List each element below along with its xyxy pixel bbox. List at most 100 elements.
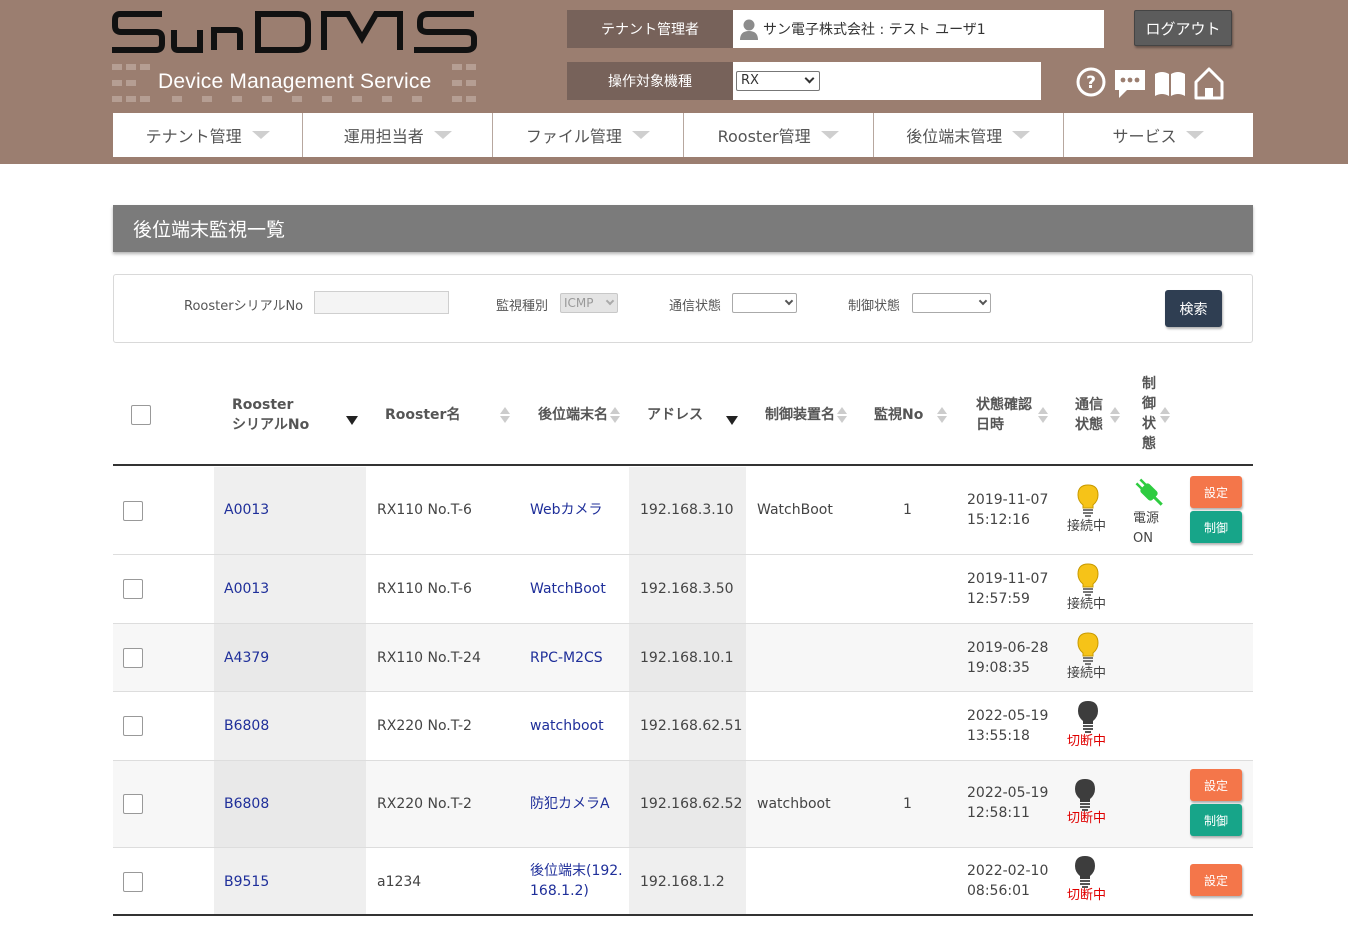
sort-icon[interactable] [1160,405,1170,425]
serial-input[interactable] [314,291,449,314]
col-control-status-header[interactable]: 制 御 状 態 [1142,374,1156,454]
sort-icon[interactable] [937,405,947,425]
control-status-select[interactable] [912,293,991,313]
col-serial-header[interactable]: Rooster シリアルNo [232,395,309,435]
nav-rooster-management[interactable]: Rooster管理 [684,113,874,157]
device-name-link[interactable]: 後位端末(192. 168.1.2) [530,861,623,901]
manual-icon[interactable] [1153,64,1187,100]
tenant-user-name: サン電子株式会社 : テスト ユーザ1 [763,22,986,38]
device-name-line2: 168.1.2) [530,883,589,899]
chevron-down-icon [978,296,988,306]
col-device-name-header[interactable]: 後位端末名 [538,405,608,425]
table-row: A0013 RX110 No.T-6 Webカメラ 192.168.3.10 W… [113,467,1253,555]
device-name-line1: RPC-M2CS [530,650,603,666]
nav-file-management[interactable]: ファイル管理 [493,113,684,157]
logo-subtitle: Device Management Service [158,70,432,93]
search-button[interactable]: 検索 [1165,290,1222,327]
serial-link[interactable]: A0013 [224,500,269,520]
caret-down-icon [1012,131,1031,139]
col-ctrl-line4: 態 [1142,436,1156,452]
col-monitor-no-header[interactable]: 監視No [874,405,923,425]
serial-link[interactable]: B6808 [224,794,269,814]
comm-status-label: 通信状態 [669,299,722,314]
device-name-line1: 防犯カメラA [530,796,610,812]
settings-button[interactable]: 設定 [1190,769,1242,801]
col-comm-line2: 状態 [1075,417,1103,433]
settings-button[interactable]: 設定 [1190,864,1242,896]
select-all-checkbox[interactable] [131,405,151,425]
address: 192.168.62.52 [640,796,743,812]
device-type-select[interactable]: RX [736,71,820,91]
settings-button[interactable]: 設定 [1190,476,1242,508]
home-icon[interactable] [1193,64,1225,100]
device-name-link[interactable]: watchboot [530,716,604,736]
sort-desc-icon[interactable] [346,416,358,425]
col-address-header[interactable]: アドレス [647,405,703,425]
col-comm-status-header[interactable]: 通信 状態 [1075,395,1103,435]
sort-icon[interactable] [610,405,620,425]
row-checkbox[interactable] [123,648,143,668]
chevron-down-icon [784,296,794,306]
rooster-name: RX110 No.T-6 [377,581,472,597]
comm-status-text: 切断中 [1067,888,1107,903]
serial-link[interactable]: A4379 [224,648,269,668]
control-button[interactable]: 制御 [1190,804,1242,836]
nav-tenant-admin[interactable]: テナント管理 [113,113,304,157]
chat-icon[interactable] [1113,64,1147,100]
nav-operators[interactable]: 運用担当者 [303,113,494,157]
search-panel: RoosterシリアルNo 監視種別 ICMP 通信状態 制御状態 検索 [113,274,1253,343]
row-checkbox[interactable] [123,716,143,736]
row-checkbox[interactable] [123,872,143,892]
checked-date: 2019-11-07 [967,571,1049,587]
sort-icon[interactable] [1038,405,1048,425]
nav-device-management[interactable]: 後位端末管理 [874,113,1064,157]
page-title: 後位端末監視一覧 [113,205,1253,252]
sort-icon[interactable] [1110,405,1120,425]
rooster-name: RX220 No.T-2 [377,796,472,812]
serial-link[interactable]: B9515 [224,872,269,892]
caret-down-icon [820,131,839,139]
col-ctrl-line2: 御 [1142,396,1156,412]
serial-label: RoosterシリアルNo [184,299,304,314]
address: 192.168.10.1 [640,650,734,666]
control-button[interactable]: 制御 [1190,511,1242,543]
row-checkbox[interactable] [123,794,143,814]
col-rooster-name-header[interactable]: Rooster名 [385,405,460,425]
comm-status-text: 接続中 [1067,519,1107,534]
checked-date: 2022-05-19 [967,785,1049,801]
sort-icon[interactable] [837,405,847,425]
comm-status-text: 切断中 [1067,811,1107,826]
checked-time: 15:12:16 [967,512,1030,528]
sort-desc-icon[interactable] [726,416,738,425]
device-name-line1: watchboot [530,718,604,734]
col-controller-header[interactable]: 制御装置名 [765,405,835,425]
bulb-on-icon [1077,632,1099,665]
col-comm-line1: 通信 [1075,397,1103,413]
serial-link[interactable]: B6808 [224,716,269,736]
nav-services[interactable]: サービス [1064,113,1253,157]
user-icon [740,19,758,40]
svg-text:?: ? [1086,73,1096,93]
comm-status-text: 接続中 [1067,666,1107,681]
device-name-link[interactable]: 防犯カメラA [530,794,610,814]
help-icon[interactable]: ? [1075,64,1107,100]
serial-link[interactable]: A0013 [224,579,269,599]
controller-name: WatchBoot [757,502,833,518]
device-name-link[interactable]: WatchBoot [530,579,606,599]
device-name-link[interactable]: Webカメラ [530,500,603,520]
logout-button[interactable]: ログアウト [1134,10,1232,46]
col-checked-at-header[interactable]: 状態確認 日時 [976,395,1032,435]
address: 192.168.3.10 [640,502,734,518]
row-checkbox[interactable] [123,501,143,521]
bulb-off-icon [1075,856,1095,888]
checked-time: 12:58:11 [967,805,1030,821]
monitor-type-value: ICMP [564,296,594,310]
comm-status-select[interactable] [732,293,797,313]
sort-icon[interactable] [500,405,510,425]
row-checkbox[interactable] [123,579,143,599]
table-row: A4379 RX110 No.T-24 RPC-M2CS 192.168.10.… [113,624,1253,692]
header: Device Management Service テナント管理者 サン電子株式… [0,0,1348,164]
address: 192.168.62.51 [640,718,743,734]
rooster-name: RX220 No.T-2 [377,718,472,734]
device-name-link[interactable]: RPC-M2CS [530,648,603,668]
